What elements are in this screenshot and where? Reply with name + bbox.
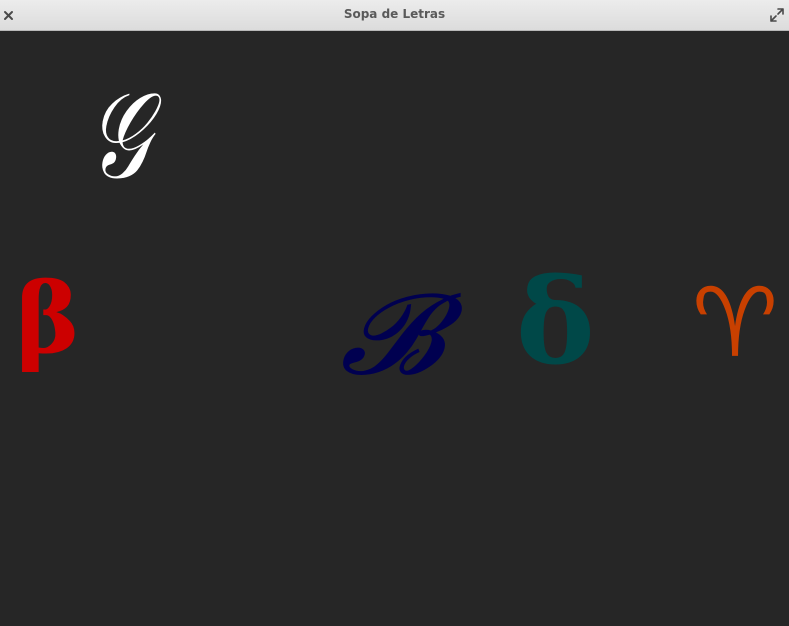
app-window: Sopa de Letras 𝒢 β 𝓑 δ ♈ [0,0,789,626]
letter-board: 𝒢 β 𝓑 δ ♈ [0,31,789,626]
letter-beta[interactable]: β [16,271,80,367]
maximize-icon[interactable] [769,7,785,23]
letter-aries[interactable]: ♈ [692,275,778,371]
letter-calligraphic-b[interactable]: 𝓑 [340,279,444,391]
window-title: Sopa de Letras [343,7,446,21]
letter-calligraphic-g[interactable]: 𝒢 [88,77,150,197]
titlebar: Sopa de Letras [0,0,789,31]
letter-delta[interactable]: δ [516,263,595,381]
